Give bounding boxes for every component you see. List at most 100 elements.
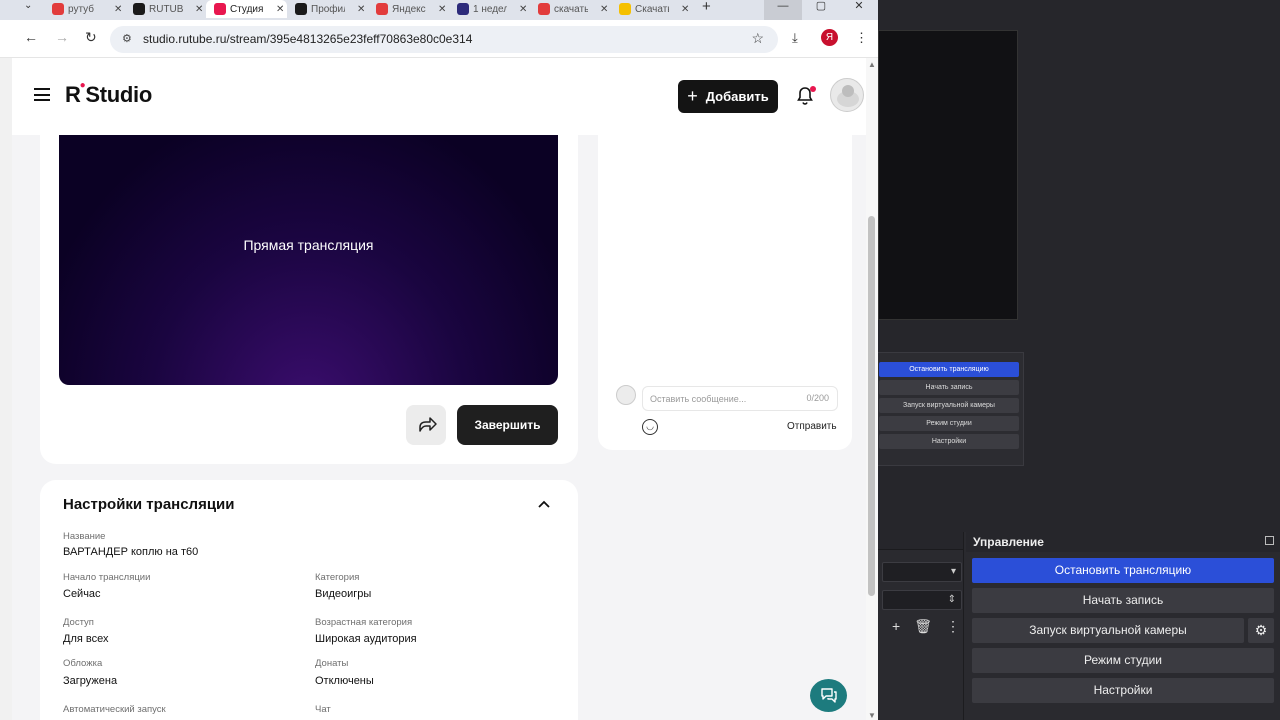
add-button-label: Добавить — [705, 89, 769, 104]
obs-mini-controls: Остановить трансляцию Начать запись Запу… — [874, 352, 1024, 466]
tab-label: Скачать — [635, 3, 669, 15]
field-value-donations: Отключены — [315, 675, 374, 687]
tab-active[interactable]: Студия ✕ — [206, 0, 287, 18]
scrollbar-thumb[interactable] — [868, 216, 875, 596]
close-icon[interactable]: ✕ — [519, 4, 527, 15]
back-icon[interactable]: ← — [24, 29, 38, 45]
add-button[interactable]: + Добавить — [678, 80, 778, 113]
field-value-category: Видеоигры — [315, 588, 372, 600]
scroll-up-icon[interactable]: ▲ — [868, 60, 876, 69]
obs-settings-button[interactable]: Настройки — [972, 678, 1274, 703]
profile-avatar[interactable]: Я — [821, 29, 838, 46]
trash-icon[interactable]: 🗑 — [914, 618, 932, 635]
bookmark-star-icon[interactable]: ☆ — [751, 30, 764, 47]
plus-icon: + — [687, 86, 698, 106]
obs-mini-start-recording[interactable]: Начать запись — [879, 380, 1019, 395]
field-label-cover: Обложка — [63, 658, 103, 669]
share-icon — [419, 417, 437, 432]
obs-virtual-camera-button[interactable]: Запуск виртуальной камеры — [972, 618, 1244, 643]
field-label-donations: Донаты — [315, 658, 349, 669]
page-scrollbar[interactable]: ▲ ▼ — [866, 58, 878, 720]
tab[interactable]: RUTUBE ✕ — [125, 0, 206, 18]
tab-search-icon[interactable]: ⌄ — [24, 0, 32, 11]
yandex-favicon-icon — [52, 3, 64, 15]
field-label-autostart: Автоматический запуск — [63, 704, 166, 715]
tab[interactable]: скачать ✕ — [530, 0, 611, 18]
chat-user-avatar — [616, 385, 636, 405]
tab-label: Яндекс — [392, 3, 426, 15]
tab[interactable]: Скачать ✕ — [611, 0, 692, 18]
obs-mini-stop-stream[interactable]: Остановить трансляцию — [879, 362, 1019, 377]
field-value-start: Сейчас — [63, 588, 101, 600]
close-icon[interactable]: ✕ — [681, 4, 689, 15]
chat-message-input[interactable]: Оставить сообщение... 0/200 — [642, 386, 838, 411]
rutube-favicon-icon — [133, 3, 145, 15]
field-label-category: Категория — [315, 572, 360, 583]
reload-icon[interactable]: ↻ — [85, 29, 97, 46]
field-value-name: ВАРТАНДЕР коплю на т60 — [63, 546, 199, 558]
address-bar[interactable]: ⚙ studio.rutube.ru/stream/395e4813265e23… — [110, 26, 778, 53]
tab[interactable]: 1 неделя ✕ — [449, 0, 530, 18]
site-info-icon[interactable]: ⚙ — [122, 32, 132, 45]
obs-mini-settings[interactable]: Настройки — [879, 434, 1019, 449]
obs-preview — [878, 30, 1018, 320]
maximize-icon[interactable]: ▢ — [802, 0, 840, 20]
download-icon[interactable]: ⤓ — [792, 30, 798, 46]
more-icon[interactable]: ⋮ — [946, 618, 960, 635]
stream-settings-card: Настройки трансляции Название ВАРТАНДЕР … — [40, 480, 578, 720]
chat-counter: 0/200 — [806, 393, 829, 403]
video-preview[interactable]: Прямая трансляция — [59, 135, 558, 385]
obs-stop-stream-button[interactable]: Остановить трансляцию — [972, 558, 1274, 583]
studio-favicon-icon — [214, 3, 226, 15]
tab-strip: ⌄ рутуб ✕ RUTUBE ✕ Студия ✕ Профиль ✕ Яндекс… — [0, 0, 878, 20]
close-icon[interactable]: ✕ — [357, 4, 365, 15]
hamburger-menu-icon[interactable] — [34, 88, 50, 101]
tab-label: Студия — [230, 3, 264, 15]
browser-toolbar: ← → ↻ ⚙ studio.rutube.ru/stream/395e4813… — [0, 20, 878, 58]
obs-mini-virtual-camera[interactable]: Запуск виртуальной камеры — [879, 398, 1019, 413]
gear-icon[interactable]: ⚙ — [1248, 618, 1274, 643]
support-chat-button[interactable] — [810, 679, 847, 712]
close-icon[interactable]: ✕ — [276, 4, 284, 15]
close-icon[interactable]: ✕ — [114, 4, 122, 15]
obs-studio-mode-button[interactable]: Режим студии — [972, 648, 1274, 673]
chat-placeholder: Оставить сообщение... — [650, 394, 747, 404]
rstudio-logo[interactable]: R●Studio — [65, 80, 152, 108]
share-button[interactable] — [406, 405, 446, 445]
field-value-access: Для всех — [63, 633, 109, 645]
tab[interactable]: рутуб ✕ — [44, 0, 125, 18]
tab[interactable]: Яндекс ✕ — [368, 0, 449, 18]
browser-menu-icon[interactable]: ⋮ — [855, 30, 868, 46]
yandex-favicon-icon — [538, 3, 550, 15]
new-tab-icon[interactable]: + — [702, 0, 711, 15]
close-icon[interactable]: ✕ — [600, 4, 608, 15]
yandex-favicon-icon — [376, 3, 388, 15]
scroll-down-icon[interactable]: ▼ — [868, 711, 876, 720]
url-text[interactable]: studio.rutube.ru/stream/395e4813265e23fe… — [143, 32, 472, 46]
chevron-up-icon[interactable] — [538, 496, 550, 511]
emoji-icon[interactable]: ◡ — [642, 419, 658, 435]
chevron-down-icon[interactable]: ▾ — [882, 562, 962, 582]
obs-start-recording-button[interactable]: Начать запись — [972, 588, 1274, 613]
browser-window: ⌄ рутуб ✕ RUTUBE ✕ Студия ✕ Профиль ✕ Яндекс… — [0, 0, 878, 720]
field-label-name: Название — [63, 531, 106, 542]
close-icon[interactable]: ✕ — [438, 4, 446, 15]
forward-icon[interactable]: → — [55, 29, 69, 45]
tab[interactable]: Профиль ✕ — [287, 0, 368, 18]
video-label: Прямая трансляция — [243, 237, 374, 253]
close-window-icon[interactable]: ✕ — [840, 0, 878, 20]
add-icon[interactable]: + — [892, 618, 900, 635]
undock-icon[interactable] — [1265, 536, 1274, 545]
spin-box[interactable]: ⇕ — [882, 590, 962, 610]
finish-stream-button[interactable]: Завершить — [457, 405, 558, 445]
send-button[interactable]: Отправить — [787, 421, 837, 432]
notification-bell-icon[interactable] — [796, 86, 816, 106]
obs-mini-studio-mode[interactable]: Режим студии — [879, 416, 1019, 431]
tab-label: рутуб — [68, 3, 94, 15]
minimize-icon[interactable]: — — [764, 0, 802, 20]
close-icon[interactable]: ✕ — [195, 4, 203, 15]
user-avatar[interactable] — [830, 78, 864, 112]
field-value-age: Широкая аудитория — [315, 633, 417, 645]
rutube-favicon-icon — [295, 3, 307, 15]
tab-label: Профиль — [311, 3, 345, 15]
